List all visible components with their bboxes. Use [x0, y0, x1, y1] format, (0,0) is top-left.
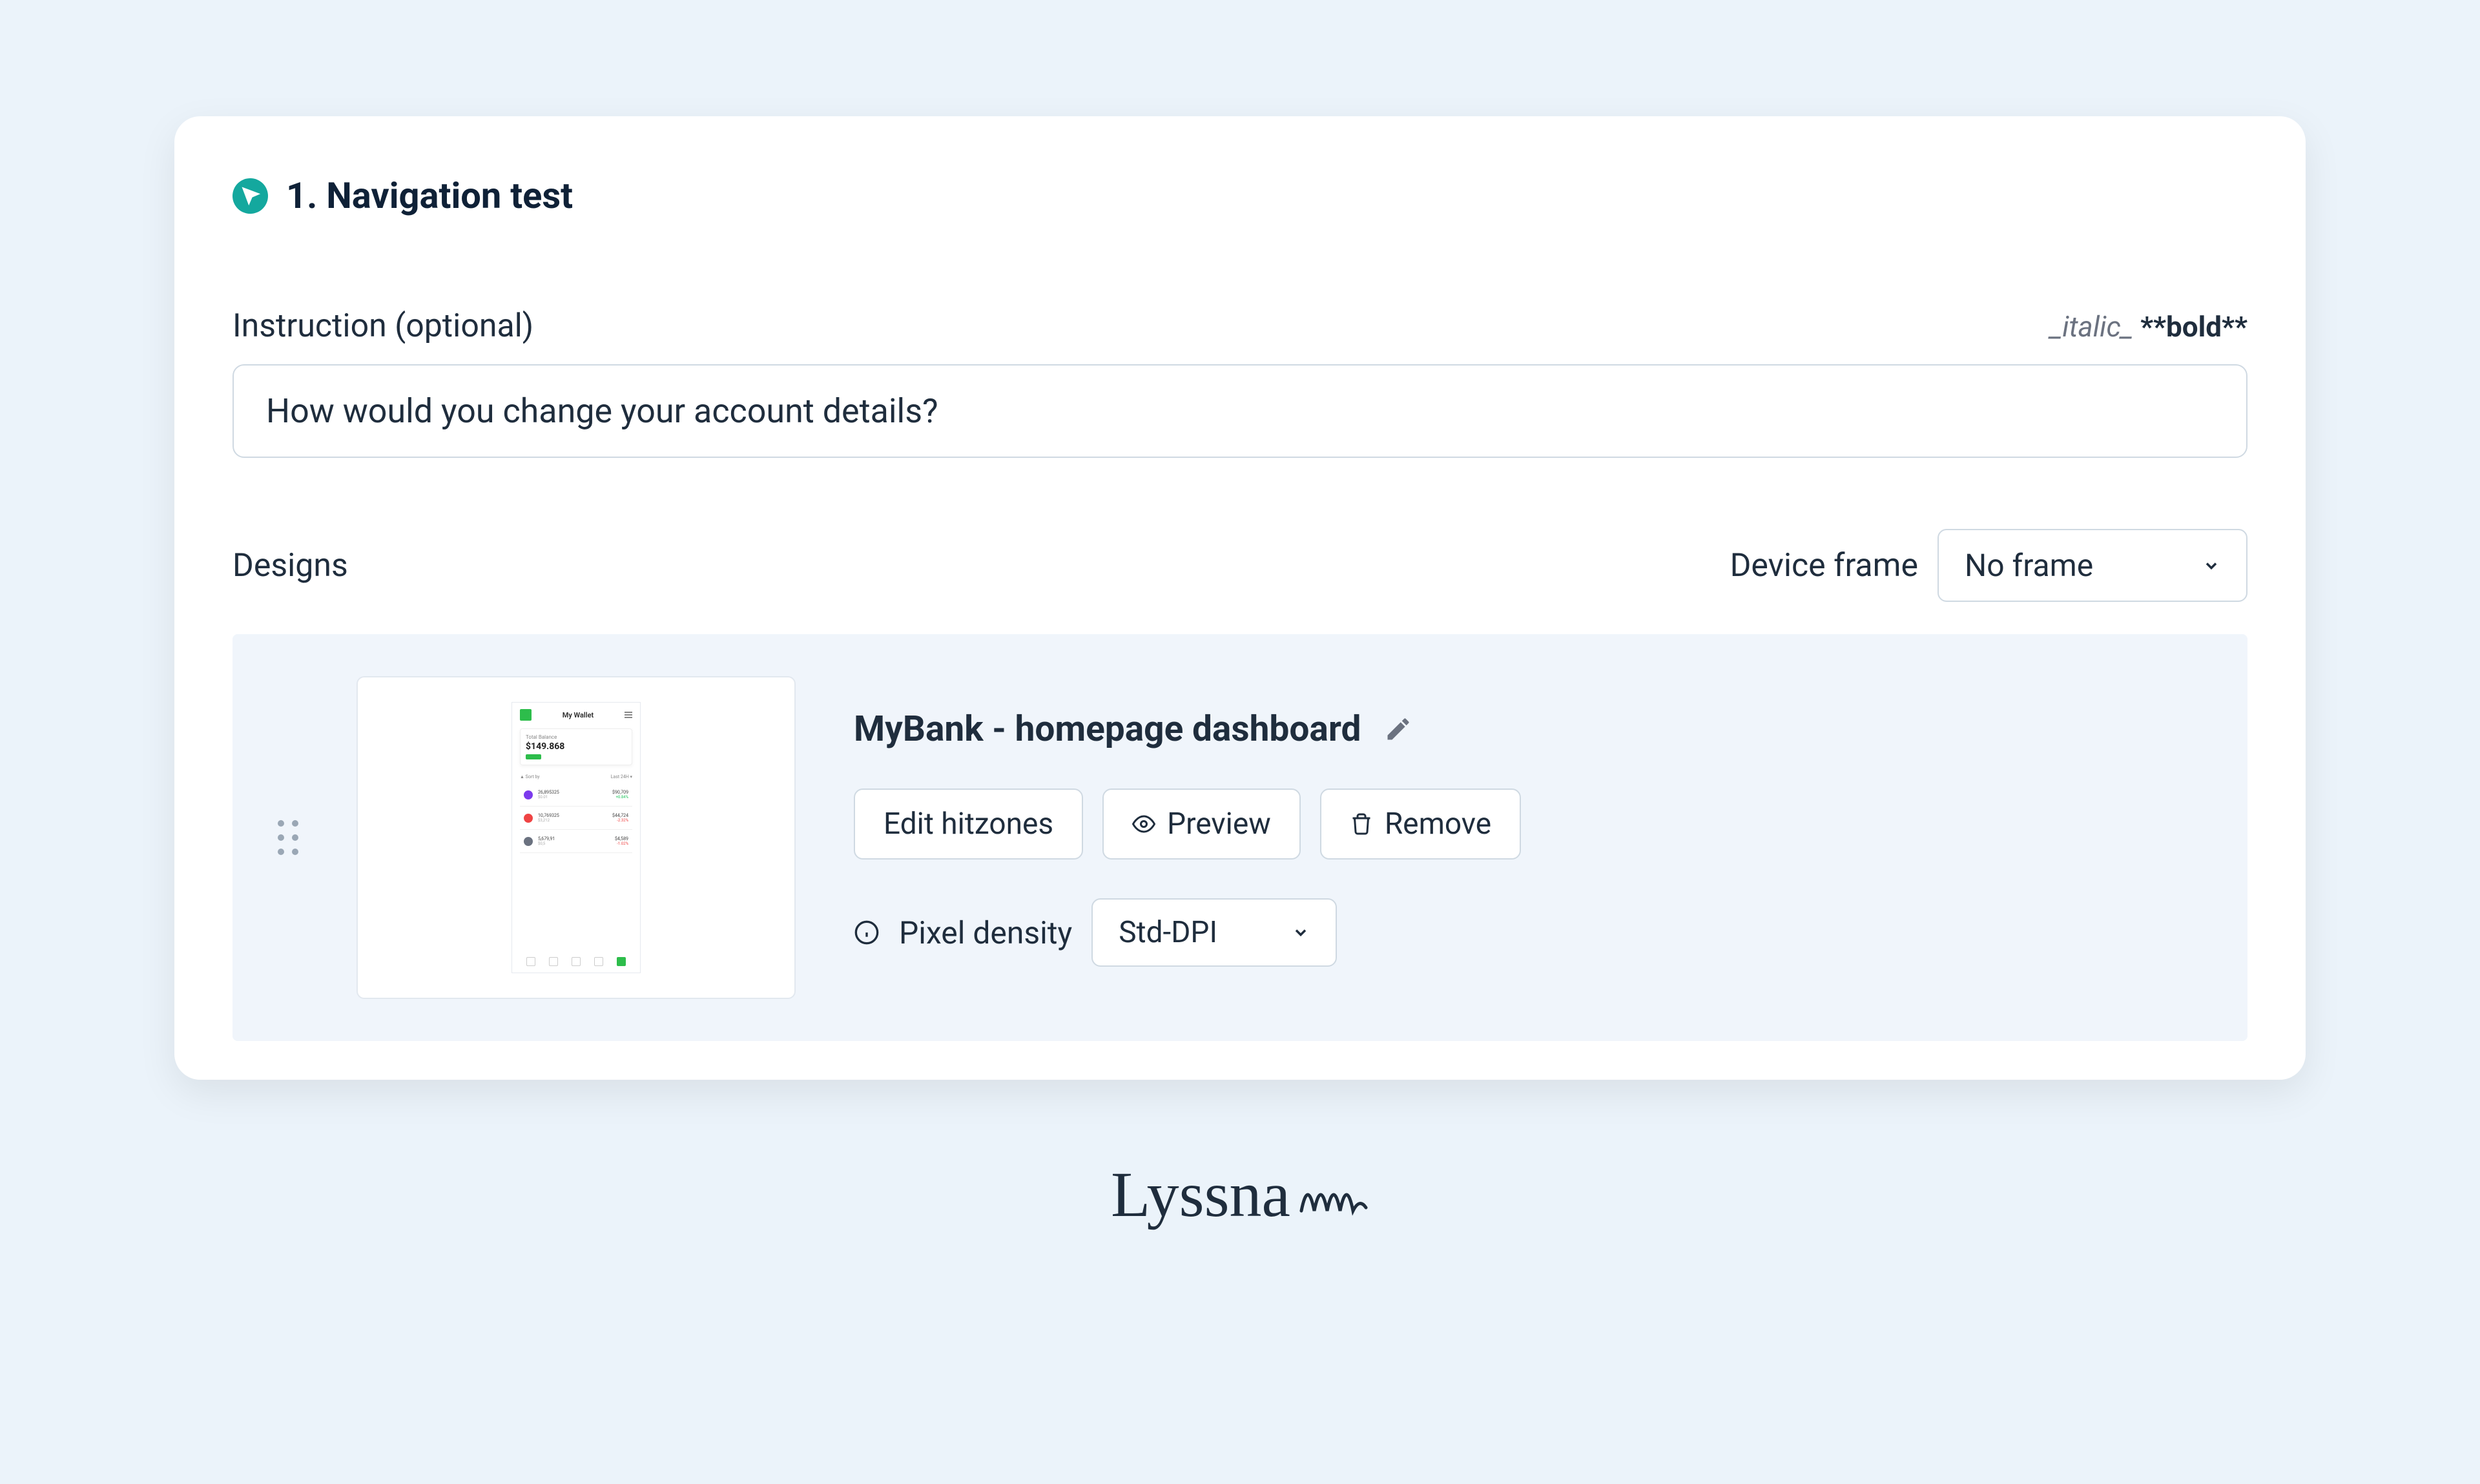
tx-sub: $3,212	[538, 818, 607, 823]
footer-icon	[594, 957, 603, 966]
phone-mockup: My Wallet Total Balance $149.868 ▲ Sort …	[512, 702, 641, 973]
brand-logo: Lyssna	[1111, 1157, 1369, 1232]
drag-handle-icon[interactable]	[278, 820, 298, 855]
pixel-density-row: Pixel density Std-DPI	[854, 898, 2202, 967]
tx-change: +0.84%	[612, 795, 628, 799]
remove-button[interactable]: Remove	[1320, 788, 1521, 860]
footer-icon	[526, 957, 535, 966]
edit-hitzones-button[interactable]: Edit hitzones	[854, 788, 1083, 860]
tx-amount: $90,709	[612, 790, 628, 795]
footer-icon	[549, 957, 558, 966]
pencil-icon[interactable]	[1384, 715, 1412, 743]
sort-value: Last 24H ▾	[611, 774, 632, 779]
tx-change: -2.32%	[612, 818, 628, 823]
sort-row: ▲ Sort by Last 24H ▾	[520, 774, 632, 779]
hamburger-icon	[625, 712, 632, 718]
phone-footer	[520, 952, 632, 966]
tx-change: -1.02%	[615, 841, 628, 846]
tx-name: 10,769325	[538, 813, 607, 818]
footer-icon	[572, 957, 581, 966]
tx-amount: $44,724	[612, 813, 628, 818]
trash-icon	[1350, 812, 1373, 836]
design-name-row: MyBank - homepage dashboard	[854, 708, 2202, 750]
transaction-row: 10,769325 $3,212 $44,724 -2.32%	[520, 807, 632, 830]
pixel-density-select[interactable]: Std-DPI	[1091, 898, 1337, 967]
navigation-test-card: 1. Navigation test Instruction (optional…	[174, 116, 2306, 1080]
designs-header: Designs Device frame No frame	[232, 529, 2248, 602]
pixel-density-value: Std-DPI	[1119, 915, 1217, 950]
designs-label: Designs	[232, 547, 348, 584]
info-icon	[854, 920, 880, 945]
section-title: 1. Navigation test	[286, 174, 573, 217]
chevron-down-icon	[1292, 923, 1310, 942]
footer-icon-active	[617, 957, 626, 966]
device-frame-select[interactable]: No frame	[1938, 529, 2248, 602]
transaction-row: 26,895325 $0.01 $90,709 +0.84%	[520, 783, 632, 807]
tx-amount: $4,589	[615, 836, 628, 841]
coin-icon	[524, 837, 533, 846]
logo-scribble-icon	[1298, 1172, 1369, 1217]
section-header: 1. Navigation test	[232, 174, 2248, 217]
design-actions: Edit hitzones Preview Remove	[854, 788, 2202, 860]
sort-label: ▲ Sort by	[520, 774, 540, 779]
app-title: My Wallet	[537, 711, 619, 719]
design-name: MyBank - homepage dashboard	[854, 708, 1361, 750]
instruction-input[interactable]	[232, 364, 2248, 458]
coin-icon	[524, 814, 533, 823]
tx-name: 5,679,91	[538, 836, 610, 841]
pixel-density-label: Pixel density	[899, 914, 1072, 951]
device-frame-label: Device frame	[1730, 547, 1918, 584]
design-thumbnail[interactable]: My Wallet Total Balance $149.868 ▲ Sort …	[356, 676, 796, 999]
transactions-list: 26,895325 $0.01 $90,709 +0.84% 10,769325…	[520, 783, 632, 853]
cursor-icon	[232, 178, 268, 214]
italic-hint: _italic_	[2050, 310, 2133, 344]
device-frame-group: Device frame No frame	[1730, 529, 2248, 602]
chevron-down-icon	[2202, 557, 2220, 575]
transaction-row: 5,679,91 $0,5 $4,589 -1.02%	[520, 830, 632, 853]
design-panel: My Wallet Total Balance $149.868 ▲ Sort …	[232, 634, 2248, 1041]
tx-name: 26,895325	[538, 790, 607, 795]
tx-sub: $0,5	[538, 841, 610, 846]
design-details: MyBank - homepage dashboard Edit hitzone…	[854, 708, 2202, 967]
bold-hint: **bold**	[2140, 310, 2248, 344]
balance-label: Total Balance	[526, 734, 626, 740]
instruction-label-row: Instruction (optional) _italic_ **bold**	[232, 307, 2248, 345]
app-logo-icon	[520, 709, 532, 721]
preview-button[interactable]: Preview	[1102, 788, 1301, 860]
eye-icon	[1132, 812, 1155, 836]
balance-card: Total Balance $149.868	[520, 728, 632, 765]
format-hint: _italic_ **bold**	[2050, 310, 2248, 344]
balance-badge	[526, 754, 541, 759]
balance-amount: $149.868	[526, 741, 626, 752]
coin-icon	[524, 790, 533, 799]
tx-sub: $0.01	[538, 795, 607, 799]
instruction-label: Instruction (optional)	[232, 307, 533, 345]
device-frame-value: No frame	[1965, 547, 2093, 584]
